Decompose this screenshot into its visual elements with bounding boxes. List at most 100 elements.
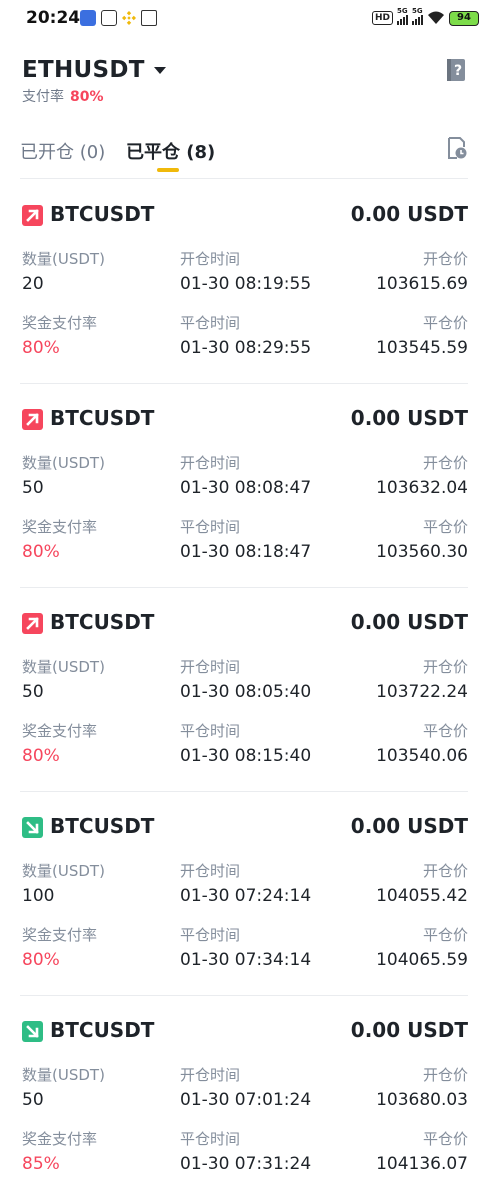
close-time-label: 平仓时间 <box>180 722 241 740</box>
position-tabs: 已开仓 (0) 已平仓 (8) <box>0 136 489 176</box>
arrow-up-right-icon <box>22 613 43 634</box>
open-time-label: 开仓时间 <box>180 250 241 268</box>
payout-rate-label: 奖金支付率 <box>22 722 98 740</box>
order-pnl: 0.00 USDT <box>350 202 468 226</box>
order-card[interactable]: BTCUSDT 0.00 USDT 数量(USDT) 开仓时间 开仓价 50 0… <box>0 588 489 792</box>
symbol-selector[interactable]: ETHUSDT <box>22 57 166 83</box>
hd-indicator: HD <box>371 11 393 25</box>
order-symbol: BTCUSDT <box>50 814 155 838</box>
order-symbol: BTCUSDT <box>50 1018 155 1042</box>
order-payout-rate: 80% <box>22 950 60 970</box>
quantity-label: 数量(USDT) <box>22 454 105 472</box>
payout-value: 80% <box>70 89 104 105</box>
signal-1-icon: 5G <box>397 7 408 25</box>
order-open-time: 01-30 07:24:14 <box>180 886 312 906</box>
quantity-label: 数量(USDT) <box>22 1066 105 1084</box>
order-open-time: 01-30 08:08:47 <box>180 478 312 498</box>
order-close-price: 103545.59 <box>376 338 468 358</box>
order-pnl: 0.00 USDT <box>350 814 468 838</box>
order-close-price: 103560.30 <box>376 542 468 562</box>
order-open-price: 103615.69 <box>376 274 468 294</box>
order-symbol: BTCUSDT <box>50 610 155 634</box>
open-time-label: 开仓时间 <box>180 658 241 676</box>
order-card[interactable]: BTCUSDT 0.00 USDT 数量(USDT) 开仓时间 开仓价 20 0… <box>0 180 489 384</box>
close-time-label: 平仓时间 <box>180 926 241 944</box>
arrow-down-right-icon <box>22 1021 43 1042</box>
mail-icon <box>101 10 117 26</box>
arrow-up-right-icon <box>22 205 43 226</box>
order-card[interactable]: BTCUSDT 0.00 USDT 数量(USDT) 开仓时间 开仓价 100 … <box>0 792 489 996</box>
order-open-time: 01-30 08:05:40 <box>180 682 312 702</box>
status-bar: 20:24 HD 5G 5G 94 <box>0 0 489 38</box>
order-open-price: 104055.42 <box>376 886 468 906</box>
quantity-label: 数量(USDT) <box>22 250 105 268</box>
order-open-time: 01-30 07:01:24 <box>180 1090 312 1110</box>
open-price-label: 开仓价 <box>422 454 468 472</box>
order-close-time: 01-30 07:34:14 <box>180 950 312 970</box>
order-pnl: 0.00 USDT <box>350 406 468 430</box>
wifi-icon <box>428 11 444 24</box>
open-time-label: 开仓时间 <box>180 862 241 880</box>
quantity-label: 数量(USDT) <box>22 658 105 676</box>
binance-icon <box>121 10 137 26</box>
notification-app-icon <box>80 10 96 26</box>
order-open-price: 103632.04 <box>376 478 468 498</box>
order-close-time: 01-30 08:29:55 <box>180 338 312 358</box>
order-open-price: 103680.03 <box>376 1090 468 1110</box>
close-price-label: 平仓价 <box>422 722 468 740</box>
arrow-up-right-icon <box>22 409 43 430</box>
quantity-label: 数量(USDT) <box>22 862 105 880</box>
tab-closed-positions[interactable]: 已平仓 (8) <box>126 138 215 164</box>
order-symbol: BTCUSDT <box>50 406 155 430</box>
open-price-label: 开仓价 <box>422 1066 468 1084</box>
caret-down-icon <box>153 66 166 74</box>
open-price-label: 开仓价 <box>422 250 468 268</box>
status-time: 20:24 <box>26 8 81 28</box>
history-icon[interactable] <box>445 136 467 160</box>
payout-rate-label: 奖金支付率 <box>22 926 98 944</box>
order-close-price: 104136.07 <box>376 1154 468 1174</box>
order-close-time: 01-30 08:18:47 <box>180 542 312 562</box>
order-card[interactable]: BTCUSDT 0.00 USDT 数量(USDT) 开仓时间 开仓价 50 0… <box>0 384 489 588</box>
payout-label: 支付率 <box>22 89 64 105</box>
order-quantity: 50 <box>22 478 44 498</box>
order-quantity: 100 <box>22 886 55 906</box>
order-quantity: 50 <box>22 1090 44 1110</box>
order-close-time: 01-30 07:31:24 <box>180 1154 312 1174</box>
close-time-label: 平仓时间 <box>180 314 241 332</box>
order-pnl: 0.00 USDT <box>350 1018 468 1042</box>
payout-rate-label: 奖金支付率 <box>22 314 98 332</box>
open-time-label: 开仓时间 <box>180 1066 241 1084</box>
payout-info: 支付率 80% <box>22 86 104 106</box>
order-close-time: 01-30 08:15:40 <box>180 746 312 766</box>
order-payout-rate: 80% <box>22 746 60 766</box>
order-pnl: 0.00 USDT <box>350 610 468 634</box>
battery-icon: 94 <box>449 10 479 26</box>
close-time-label: 平仓时间 <box>180 518 241 536</box>
order-close-price: 104065.59 <box>376 950 468 970</box>
close-price-label: 平仓价 <box>422 926 468 944</box>
open-price-label: 开仓价 <box>422 862 468 880</box>
closed-orders-list: BTCUSDT 0.00 USDT 数量(USDT) 开仓时间 开仓价 20 0… <box>0 180 489 1200</box>
payout-rate-label: 奖金支付率 <box>22 1130 98 1148</box>
close-price-label: 平仓价 <box>422 314 468 332</box>
order-payout-rate: 85% <box>22 1154 60 1174</box>
order-quantity: 50 <box>22 682 44 702</box>
close-time-label: 平仓时间 <box>180 1130 241 1148</box>
order-payout-rate: 80% <box>22 338 60 358</box>
order-close-price: 103540.06 <box>376 746 468 766</box>
open-price-label: 开仓价 <box>422 658 468 676</box>
order-card[interactable]: BTCUSDT 0.00 USDT 数量(USDT) 开仓时间 开仓价 50 0… <box>0 996 489 1200</box>
order-quantity: 20 <box>22 274 44 294</box>
order-open-time: 01-30 08:19:55 <box>180 274 312 294</box>
arrow-down-right-icon <box>22 817 43 838</box>
active-tab-indicator <box>157 168 179 172</box>
tab-open-positions[interactable]: 已开仓 (0) <box>20 138 105 164</box>
payout-rate-label: 奖金支付率 <box>22 518 98 536</box>
tabs-divider <box>20 178 468 179</box>
rules-book-icon[interactable]: ? <box>445 58 467 82</box>
page-title: ETHUSDT <box>22 57 145 83</box>
order-open-price: 103722.24 <box>376 682 468 702</box>
signal-2-icon: 5G <box>412 7 423 25</box>
order-payout-rate: 80% <box>22 542 60 562</box>
